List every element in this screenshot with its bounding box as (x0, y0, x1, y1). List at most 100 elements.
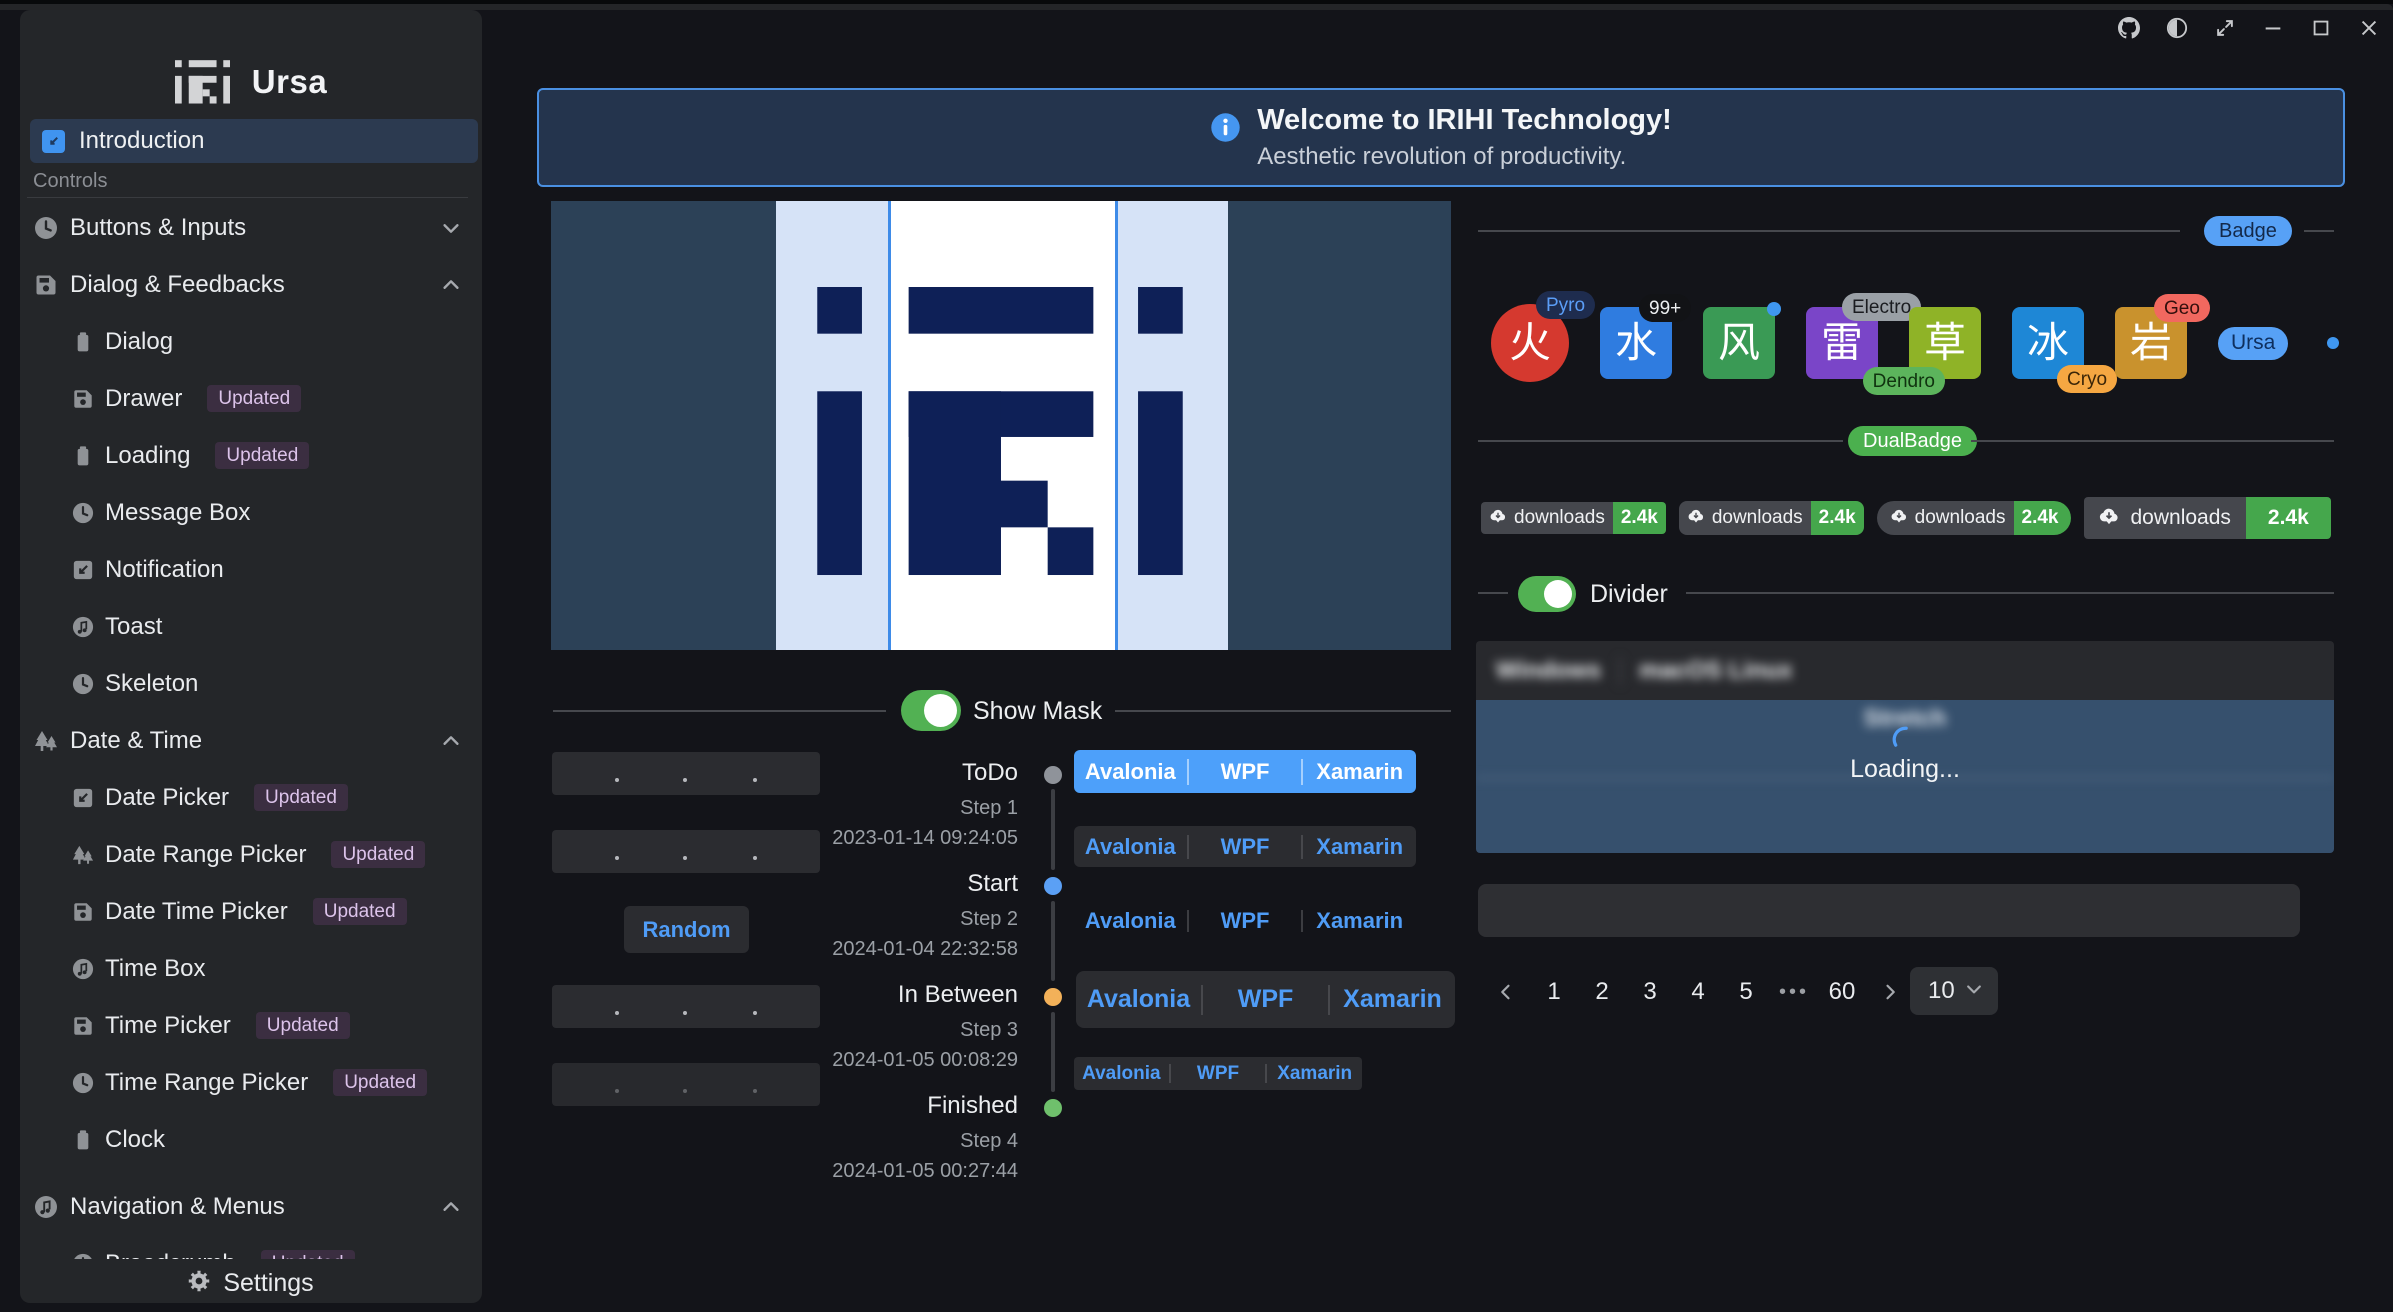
brand: Ursa (20, 50, 482, 114)
avalonia-button[interactable]: Avalonia (1074, 908, 1187, 934)
tab-macos-linux[interactable]: macOS Linux (1639, 657, 1792, 685)
github-icon[interactable] (2118, 17, 2140, 39)
page-button[interactable]: 2 (1582, 972, 1622, 1012)
ipv4-input[interactable] (552, 985, 820, 1028)
tab-windows[interactable]: Windows (1496, 657, 1601, 685)
divider-line (2304, 230, 2334, 232)
expand-icon[interactable] (2214, 17, 2236, 39)
minimize-icon[interactable] (2262, 17, 2284, 39)
timeline-dot (1044, 988, 1062, 1006)
chevron-up-icon[interactable] (440, 730, 462, 752)
sidebar-item[interactable]: Date Picker Updated (20, 769, 482, 826)
timeline-time: 2024-01-05 00:08:29 (819, 1049, 1018, 1072)
wpf-button[interactable]: WPF (1189, 834, 1302, 860)
clock-icon (72, 673, 94, 695)
divider-toggle[interactable] (1518, 576, 1576, 612)
xamarin-button[interactable]: Xamarin (1303, 759, 1416, 785)
xamarin-button[interactable]: Xamarin (1330, 985, 1455, 1014)
cloud-download-icon (1687, 506, 1705, 530)
sidebar-item[interactable]: Breadcrumb Updated (20, 1235, 482, 1259)
sidebar-item[interactable]: Time Box (20, 940, 482, 997)
sidebar-item-label: Time Range Picker (105, 1069, 308, 1097)
page-size-select[interactable]: 10 (1910, 967, 1998, 1015)
sidebar-item-label: Dialog (105, 328, 173, 356)
sidebar-item[interactable]: Toast (20, 598, 482, 655)
chevron-up-icon[interactable] (440, 274, 462, 296)
show-mask-label: Show Mask (973, 697, 1102, 726)
sidebar-item[interactable]: Clock (20, 1111, 482, 1168)
battery-icon (72, 445, 94, 467)
page-button[interactable]: 1 (1534, 972, 1574, 1012)
avalonia-button[interactable]: Avalonia (1074, 759, 1187, 785)
divider-line (1478, 230, 2180, 232)
arrow-corner-icon (42, 130, 65, 153)
xamarin-button[interactable]: Xamarin (1267, 1063, 1362, 1085)
corner-badge: Dendro (1863, 367, 1945, 395)
save-icon (72, 388, 94, 410)
ipv4-input[interactable] (552, 830, 820, 873)
sidebar-item[interactable]: Date & Time (20, 712, 482, 769)
button-group: Avalonia WPF Xamarin (1074, 750, 1416, 793)
sidebar-item[interactable]: Navigation & Menus (20, 1178, 482, 1235)
sidebar-item[interactable]: Skeleton (20, 655, 482, 712)
updated-badge: Updated (207, 385, 301, 412)
page-button[interactable]: 4 (1678, 972, 1718, 1012)
page-button[interactable]: 5 (1726, 972, 1766, 1012)
wpf-button[interactable]: WPF (1189, 908, 1302, 934)
sidebar-item[interactable]: Dialog & Feedbacks (20, 256, 482, 313)
corner-badge: 99+ (1639, 294, 1691, 322)
dualbadge-demo-row: downloads 2.4k downloads 2.4k downloads … (1481, 495, 2351, 541)
chevron-up-icon[interactable] (440, 1196, 462, 1218)
arrow-corner-dark-icon (72, 787, 94, 809)
nav-divider (27, 197, 468, 198)
avalonia-button[interactable]: Avalonia (1074, 1063, 1169, 1085)
avalonia-button[interactable]: Avalonia (1076, 985, 1201, 1014)
sidebar-item[interactable]: Date Range Picker Updated (20, 826, 482, 883)
sidebar-item-label: Date Range Picker (105, 841, 306, 869)
sidebar-item[interactable]: Notification (20, 541, 482, 598)
timeline-line (1051, 901, 1055, 981)
cjk-char (1615, 320, 1657, 367)
sidebar-item[interactable]: Time Picker Updated (20, 997, 482, 1054)
xamarin-button[interactable]: Xamarin (1303, 908, 1416, 934)
sidebar-item-introduction[interactable]: Introduction (30, 119, 478, 163)
wpf-button[interactable]: WPF (1171, 1063, 1266, 1085)
sidebar-item-label: Date & Time (70, 727, 202, 755)
settings-label: Settings (223, 1269, 313, 1298)
close-icon[interactable] (2358, 17, 2380, 39)
contrast-icon[interactable] (2166, 17, 2188, 39)
avalonia-button[interactable]: Avalonia (1074, 834, 1187, 860)
timeline-time: 2023-01-14 09:24:05 (819, 827, 1018, 850)
button-group: Avalonia WPF Xamarin (1074, 1057, 1362, 1090)
sidebar-item[interactable]: Loading Updated (20, 427, 482, 484)
spinner-icon (1891, 725, 1920, 754)
page-button-last[interactable]: 60 (1822, 972, 1862, 1012)
wpf-button[interactable]: WPF (1203, 985, 1328, 1014)
timeline-time: 2024-01-05 00:27:44 (819, 1160, 1018, 1183)
sidebar-item[interactable]: Buttons & Inputs (20, 199, 482, 256)
corner-badge: Geo (2154, 294, 2210, 322)
wpf-button[interactable]: WPF (1189, 759, 1302, 785)
chevron-right-icon[interactable] (1870, 972, 1910, 1012)
sidebar-item[interactable]: Date Time Picker Updated (20, 883, 482, 940)
sidebar-item-label: Message Box (105, 499, 250, 527)
page-button[interactable]: 3 (1630, 972, 1670, 1012)
empty-textbox[interactable] (1478, 884, 2300, 937)
maximize-icon[interactable] (2310, 17, 2332, 39)
sidebar-item-label: Introduction (79, 127, 204, 155)
settings-button[interactable]: Settings (20, 1262, 482, 1303)
sidebar-item[interactable]: Message Box (20, 484, 482, 541)
divider-line (1115, 710, 1451, 712)
chevron-down-icon[interactable] (440, 217, 462, 239)
sidebar-item[interactable]: Time Range Picker Updated (20, 1054, 482, 1111)
random-button[interactable]: Random (624, 906, 749, 953)
sidebar-item[interactable]: Drawer Updated (20, 370, 482, 427)
ipv4-input[interactable] (552, 752, 820, 795)
xamarin-button[interactable]: Xamarin (1303, 834, 1416, 860)
sidebar-item-label: Date Time Picker (105, 898, 288, 926)
sidebar-item[interactable]: Dialog (20, 313, 482, 370)
show-mask-toggle[interactable] (901, 690, 961, 731)
ellipsis-icon[interactable]: ••• (1774, 972, 1814, 1012)
cloud-download-icon (2098, 504, 2120, 532)
chevron-left-icon[interactable] (1486, 972, 1526, 1012)
